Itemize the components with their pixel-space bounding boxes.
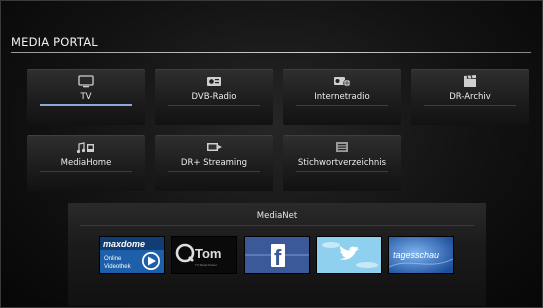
tile-mediahome[interactable]: MediaHome [27, 135, 145, 191]
index-icon [332, 140, 352, 154]
tile-underline [296, 105, 388, 106]
tile-underline [424, 105, 516, 106]
tile-underline [296, 171, 388, 172]
tile-label: Internetradio [314, 92, 370, 102]
medianet-divider [80, 225, 474, 226]
tile-dr-archiv[interactable]: DR-Archiv [411, 69, 529, 125]
tile-label: DR-Archiv [449, 92, 491, 102]
media-home-icon [76, 140, 96, 154]
tile-label: DVB-Radio [191, 92, 237, 102]
streaming-icon [204, 140, 224, 154]
tile-dvb-radio[interactable]: DVB-Radio [155, 69, 273, 125]
radio-icon [204, 74, 224, 88]
medianet-panel: MediaNet maxdome Online Videothek Tom TV… [68, 203, 486, 306]
maxdome-logo: maxdome [103, 239, 145, 249]
tile-label: Stichwortverzeichnis [297, 158, 387, 168]
app-twitter[interactable] [317, 237, 381, 273]
tile-underline [168, 171, 260, 172]
tile-label: MediaHome [60, 158, 112, 168]
svg-text:TV Music Power: TV Music Power [195, 263, 217, 267]
title-divider [11, 52, 531, 53]
svg-text:Videothek: Videothek [104, 264, 132, 270]
tile-underline [168, 105, 260, 106]
tile-underline [40, 171, 132, 172]
app-qtom[interactable]: Tom TV Music Power [172, 237, 236, 273]
media-portal-screen: MEDIA PORTAL TV DVB-Radio Internetradio … [0, 0, 543, 308]
svg-text:Online: Online [104, 256, 122, 262]
facebook-icon: f [274, 245, 282, 270]
tile-dr-streaming[interactable]: DR+ Streaming [155, 135, 273, 191]
tile-label: TV [80, 92, 92, 102]
medianet-title: MediaNet [256, 211, 298, 221]
tile-internetradio[interactable]: Internetradio [283, 69, 401, 125]
tile-label: DR+ Streaming [180, 158, 248, 168]
tile-stichwortverzeichnis[interactable]: Stichwortverzeichnis [283, 135, 401, 191]
tv-icon [76, 74, 96, 88]
qtom-logo: Tom [195, 246, 221, 261]
internet-radio-icon [332, 74, 352, 88]
page-title: MEDIA PORTAL [11, 35, 98, 49]
app-tagesschau[interactable]: tagesschau [389, 237, 453, 273]
app-facebook[interactable]: f [245, 237, 309, 273]
tagesschau-logo: tagesschau [393, 250, 439, 260]
selection-indicator [40, 104, 132, 106]
tile-tv[interactable]: TV [27, 69, 145, 125]
clapperboard-icon [460, 74, 480, 88]
app-maxdome[interactable]: maxdome Online Videothek [100, 237, 164, 273]
